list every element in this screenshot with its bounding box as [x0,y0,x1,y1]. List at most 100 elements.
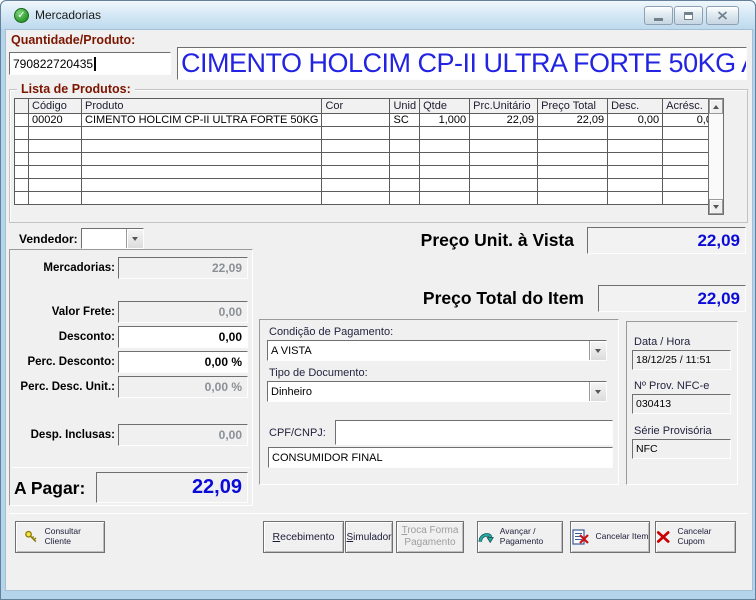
cliente-field-wrap [268,447,613,468]
desconto-field[interactable]: 0,00 [118,326,248,348]
product-table-empty-row [15,140,722,153]
perc-desconto-label: Perc. Desconto: [9,356,115,368]
chevron-down-icon [595,349,601,353]
cpf-cnpj-label: CPF/CNPJ: [269,427,326,439]
preco-unit-label: Preço Unit. à Vista [331,230,574,251]
list-delete-icon [572,529,590,546]
summary-divider [12,467,250,468]
col-header-desc: Desc. [608,99,663,114]
key-icon [24,529,39,545]
product-table-empty-row [15,192,722,205]
col-header-codigo: Código [29,99,82,114]
desp-inclusas-label: Desp. Inclusas: [9,429,115,441]
tipo-documento-label: Tipo de Documento: [269,367,368,379]
col-header-unid: Unid [390,99,420,114]
quantity-product-label: Quantidade/Produto: [11,33,135,47]
cell-indicator [15,114,29,127]
arrow-down-icon [713,205,719,209]
title-bar[interactable]: ✓ Mercadorias [1,1,755,29]
recebimento-label: Recebimento [273,531,335,543]
col-header-produto: Produto [82,99,322,114]
tipo-documento-combobox[interactable]: Dinheiro [267,381,607,402]
minimize-icon [654,18,663,21]
num-prov-nfce-label: Nº Prov. NFC-e [634,380,709,392]
valor-frete-label: Valor Frete: [9,306,115,318]
cancelar-item-label: Cancelar Item [596,532,649,542]
product-table-empty-row [15,179,722,192]
cpf-cnpj-input[interactable] [336,421,612,444]
condicao-pagamento-value: A VISTA [268,341,589,360]
app-window: ✓ Mercadorias Quantidade/Produto: 790822… [0,0,756,600]
scroll-down-button[interactable] [709,199,723,214]
mercadorias-label: Mercadorias: [9,262,115,274]
cell-desc: 0,00 [608,114,663,127]
simulador-label: Simulador [346,532,391,543]
avancar-pagamento-label: Avançar / Pagamento [500,527,562,547]
perc-desconto-field[interactable]: 0,00 % [118,351,248,373]
product-table-row[interactable]: 00020 CIMENTO HOLCIM CP-II ULTRA FORTE 5… [15,114,722,127]
vendedor-dropdown-button[interactable] [126,229,143,248]
product-table[interactable]: Código Produto Cor Unid Qtde Prc.Unitári… [14,98,722,205]
perc-desc-unit-label: Perc. Desc. Unit.: [9,381,115,393]
condicao-dropdown-button[interactable] [589,341,606,360]
scroll-up-button[interactable] [709,99,723,114]
bottom-divider [9,513,748,514]
col-header-qtde: Qtde [420,99,470,114]
product-list-label: Lista de Produtos: [17,82,135,96]
maximize-icon [684,12,693,20]
serie-provisoria-label: Série Provisória [634,425,712,437]
close-button[interactable] [706,6,739,25]
product-table-empty-row [15,153,722,166]
chevron-down-icon [132,237,138,241]
cell-qtde: 1,000 [420,114,470,127]
col-header-indicator [15,99,29,114]
minimize-button[interactable] [644,6,673,25]
condicao-pagamento-combobox[interactable]: A VISTA [267,340,607,361]
cliente-input[interactable] [269,449,612,468]
perc-desc-unit-field: 0,00 % [118,376,248,398]
consultar-cliente-button[interactable]: Consultar Cliente [15,521,105,553]
cell-unid: SC [390,114,420,127]
preco-total-label: Preço Total do Item [341,288,584,309]
cell-preco-total: 22,09 [538,114,608,127]
condicao-pagamento-label: Condição de Pagamento: [269,326,393,338]
preco-total-value: 22,09 [598,285,746,312]
cell-prc-unitario: 22,09 [470,114,538,127]
quantity-product-value: 790822720435 [13,57,93,71]
red-x-icon [656,530,670,544]
cell-cor [322,114,390,127]
product-table-empty-row [15,127,722,140]
col-header-cor: Cor [322,99,390,114]
product-name-display: CIMENTO HOLCIM CP-II ULTRA FORTE 50KG AL… [177,47,747,80]
avancar-pagamento-button[interactable]: Avançar / Pagamento [477,521,563,553]
chevron-down-icon [595,390,601,394]
cancelar-item-button[interactable]: Cancelar Item [570,521,650,553]
desconto-label: Desconto: [9,331,115,343]
cancelar-cupom-label: Cancelar Cupom [677,527,735,547]
data-hora-field: 18/12/25 / 11:51 [632,350,731,370]
app-check-icon: ✓ [14,8,29,23]
consultar-cliente-label: Consultar Cliente [45,527,104,547]
tipo-documento-dropdown-button[interactable] [589,382,606,401]
cell-codigo: 00020 [29,114,82,127]
recebimento-button[interactable]: Recebimento [263,521,344,553]
troca-forma-pagamento-button: Troca Forma Pagamento [396,521,464,553]
close-icon [717,11,728,20]
col-header-preco-total: Preço Total [538,99,608,114]
valor-frete-field: 0,00 [118,301,248,323]
product-table-header-row: Código Produto Cor Unid Qtde Prc.Unitári… [15,99,722,114]
simulador-button[interactable]: Simulador [345,521,393,553]
vendedor-combobox[interactable] [81,228,144,249]
table-vertical-scrollbar[interactable] [708,98,724,215]
quantity-product-input[interactable]: 790822720435 [9,52,171,75]
desp-inclusas-field: 0,00 [118,424,248,446]
text-caret [94,57,96,71]
a-pagar-value: 22,09 [96,472,248,503]
maximize-button[interactable] [674,6,703,25]
troca-forma-label: Troca Forma Pagamento [397,525,463,549]
preco-unit-value: 22,09 [587,227,746,254]
arrow-up-icon [713,105,719,109]
cancelar-cupom-button[interactable]: Cancelar Cupom [655,521,736,553]
num-prov-nfce-field: 030413 [632,394,731,414]
cpf-cnpj-field-wrap [335,420,613,445]
